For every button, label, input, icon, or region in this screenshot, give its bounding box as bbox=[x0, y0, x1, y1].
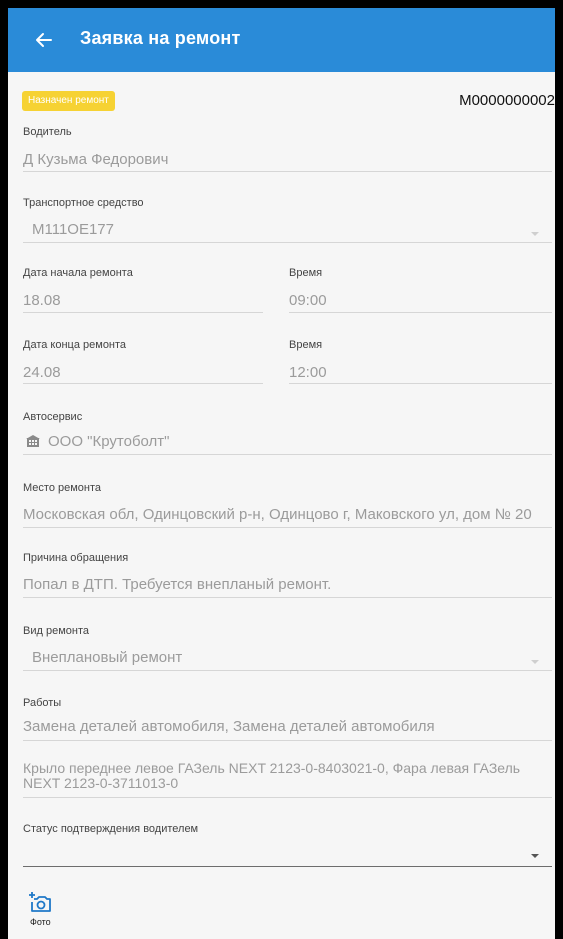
service-label: Автосервис bbox=[23, 411, 83, 423]
status-badge: Назначен ремонт bbox=[22, 91, 115, 111]
start-date-underline bbox=[23, 312, 263, 313]
start-date-field[interactable]: 18.08 bbox=[23, 292, 61, 309]
building-icon bbox=[26, 435, 40, 447]
app-bar: Заявка на ремонт bbox=[8, 8, 555, 72]
start-date-label: Дата начала ремонта bbox=[23, 267, 133, 279]
end-date-label: Дата конца ремонта bbox=[23, 339, 127, 351]
driver-label: Водитель bbox=[23, 126, 72, 138]
parts-underline bbox=[23, 797, 552, 798]
request-number: М0000000002 bbox=[459, 92, 555, 109]
reason-label: Причина обращения bbox=[23, 552, 129, 564]
reason-underline bbox=[23, 597, 552, 598]
place-underline bbox=[23, 527, 552, 528]
service-underline bbox=[23, 454, 552, 455]
page-title: Заявка на ремонт bbox=[80, 28, 241, 48]
start-time-field[interactable]: 09:00 bbox=[289, 292, 327, 309]
end-date-field[interactable]: 24.08 bbox=[23, 364, 61, 381]
repair-type-select[interactable]: Внеплановый ремонт bbox=[32, 649, 182, 666]
service-field[interactable]: ООО "Крутоболт" bbox=[48, 433, 170, 450]
repair-request-screen: Заявка на ремонт Назначен ремонт М000000… bbox=[8, 8, 555, 939]
add-photo-button[interactable] bbox=[29, 890, 72, 934]
driver-underline bbox=[23, 171, 552, 172]
works-field[interactable]: Замена деталей автомобиля, Замена детале… bbox=[23, 718, 435, 735]
vehicle-label: Транспортное средство bbox=[23, 197, 144, 209]
end-time-field[interactable]: 12:00 bbox=[289, 364, 327, 381]
driver-field[interactable]: Д Кузьма Федорович bbox=[23, 151, 168, 168]
photo-label: Фото bbox=[30, 917, 51, 927]
start-time-label: Время bbox=[289, 267, 323, 279]
works-underline bbox=[23, 740, 552, 741]
chevron-down-icon bbox=[531, 854, 539, 858]
reason-field[interactable]: Попал в ДТП. Требуется внепланый ремонт. bbox=[23, 576, 331, 593]
add-photo-icon bbox=[29, 892, 51, 912]
vehicle-underline bbox=[23, 242, 552, 243]
arrow-left-icon bbox=[36, 33, 52, 47]
place-field[interactable]: Московская обл, Одинцовский р-н, Одинцов… bbox=[23, 506, 532, 523]
place-label: Место ремонта bbox=[23, 482, 102, 494]
chevron-down-icon bbox=[531, 232, 539, 236]
vehicle-select[interactable]: М111ОЕ177 bbox=[32, 221, 114, 238]
end-time-label: Время bbox=[289, 339, 323, 351]
works-label: Работы bbox=[23, 697, 62, 709]
driver-confirm-label: Статус подтверждения водителем bbox=[23, 823, 199, 835]
end-date-underline bbox=[23, 383, 263, 384]
end-time-underline bbox=[289, 383, 552, 384]
driver-confirm-underline bbox=[23, 866, 552, 867]
parts-field[interactable]: Крыло переднее левое ГАЗель NEXT 2123-0-… bbox=[23, 761, 523, 791]
repair-type-underline bbox=[23, 670, 552, 671]
repair-type-label: Вид ремонта bbox=[23, 625, 89, 637]
chevron-down-icon bbox=[531, 660, 539, 664]
back-button[interactable] bbox=[30, 26, 58, 54]
start-time-underline bbox=[289, 312, 552, 313]
